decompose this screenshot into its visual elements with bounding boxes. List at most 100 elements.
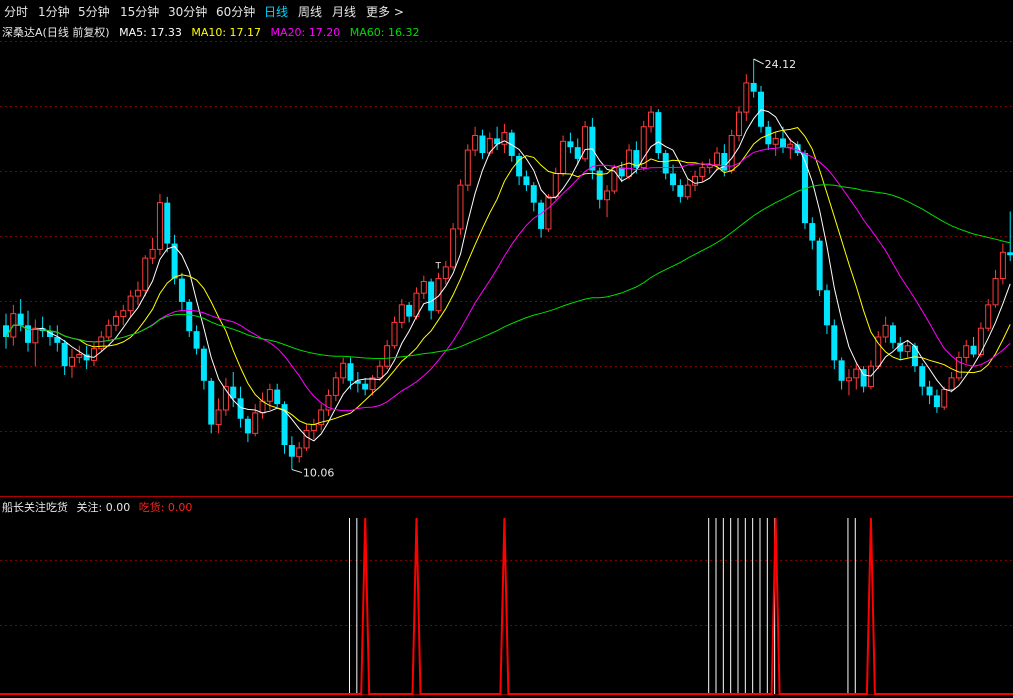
candle-body-49 [362,383,369,390]
eat-signal-line [0,517,1013,695]
candle-body-126 [926,386,933,396]
candle-body-29 [215,409,222,426]
candle-body-24 [178,278,185,302]
candle-body-121 [889,325,896,343]
candle-body-0 [3,325,9,337]
candle-body-51 [376,365,383,379]
high-price-label: 24.12 [765,58,797,71]
candlestick-series [3,59,1013,470]
candle-body-133 [977,327,984,356]
candle-body-36 [266,389,273,402]
candle-body-135 [992,278,999,306]
candle-body-39 [288,445,295,457]
candle-body-9 [68,356,75,367]
candle-body-124 [911,345,918,367]
candle-body-19 [142,257,149,291]
candle-body-47 [347,363,354,381]
candle-body-137 [1007,252,1013,256]
candle-body-82 [604,190,611,201]
low-pointer [291,469,303,474]
candle-body-28 [208,380,215,425]
candle-body-134 [985,304,992,329]
candle-body-123 [904,345,911,353]
candle-body-21 [156,202,163,250]
candle-body-128 [941,389,948,408]
high-pointer [753,58,764,65]
candle-body-22 [164,202,171,244]
candle-body-120 [882,324,889,338]
candle-body-79 [582,126,589,160]
candle-body-53 [391,321,398,347]
candle-body-60 [442,266,449,280]
candle-body-42 [310,424,317,431]
candle-body-112 [823,290,830,326]
candle-body-84 [618,167,625,177]
candle-body-64 [472,135,479,151]
candle-body-8 [61,342,68,367]
candle-body-71 [523,176,530,186]
candle-body-88 [648,111,655,128]
candle-body-136 [999,251,1006,280]
price-annotations: 24.12 10.06 T [291,58,797,480]
candle-body-89 [655,112,662,154]
candle-body-12 [90,348,97,361]
candle-body-59 [435,278,442,312]
kline-chart[interactable]: 24.12 10.06 T [0,0,1013,698]
candle-body-37 [274,389,281,405]
candle-body-91 [670,173,677,186]
candle-body-115 [845,377,852,382]
candle-body-127 [933,395,940,408]
candle-body-16 [120,310,127,318]
candle-body-45 [332,377,339,396]
candle-body-74 [545,196,552,230]
candle-body-54 [398,304,405,323]
ma20-line [5,146,1011,412]
trade-mark-label: T [434,262,441,272]
candle-body-33 [244,418,251,434]
candle-body-17 [127,295,134,312]
candle-body-101 [743,82,750,113]
candle-body-41 [303,429,310,449]
candle-body-57 [420,281,427,294]
candle-body-76 [560,140,567,174]
candle-body-107 [787,143,794,148]
ma10-line [5,127,1011,426]
candle-body-111 [816,240,823,291]
candle-body-55 [406,304,413,317]
candle-body-129 [948,377,955,391]
candle-body-63 [464,149,471,186]
candle-body-52 [384,345,391,367]
candle-body-75 [552,172,559,198]
candle-body-90 [662,153,669,174]
candle-body-4 [32,327,39,344]
ma5-line [5,109,1011,442]
candle-body-125 [919,366,926,387]
candle-body-106 [779,138,786,148]
candle-body-65 [479,135,486,154]
candle-body-10 [76,354,83,358]
candle-body-114 [838,360,845,381]
candle-body-113 [831,325,838,361]
candle-body-61 [450,228,457,268]
candle-body-62 [457,184,464,230]
candle-body-15 [112,316,119,326]
candle-body-73 [538,202,545,229]
candle-body-116 [853,368,860,379]
candle-body-100 [736,111,742,137]
candle-body-78 [574,147,581,159]
candle-body-92 [677,185,684,197]
moving-average-lines [5,109,1011,442]
candle-body-27 [200,348,207,381]
candle-body-25 [186,301,193,332]
candle-body-72 [530,185,537,203]
candle-body-34 [252,412,259,434]
candle-body-26 [193,331,200,349]
low-price-label: 10.06 [303,467,335,480]
candle-body-93 [684,184,691,198]
candle-body-103 [757,91,764,127]
candle-body-132 [970,345,977,355]
candle-body-18 [134,289,141,297]
candle-body-14 [105,324,112,338]
candle-body-77 [567,141,574,148]
candle-body-110 [809,223,816,241]
